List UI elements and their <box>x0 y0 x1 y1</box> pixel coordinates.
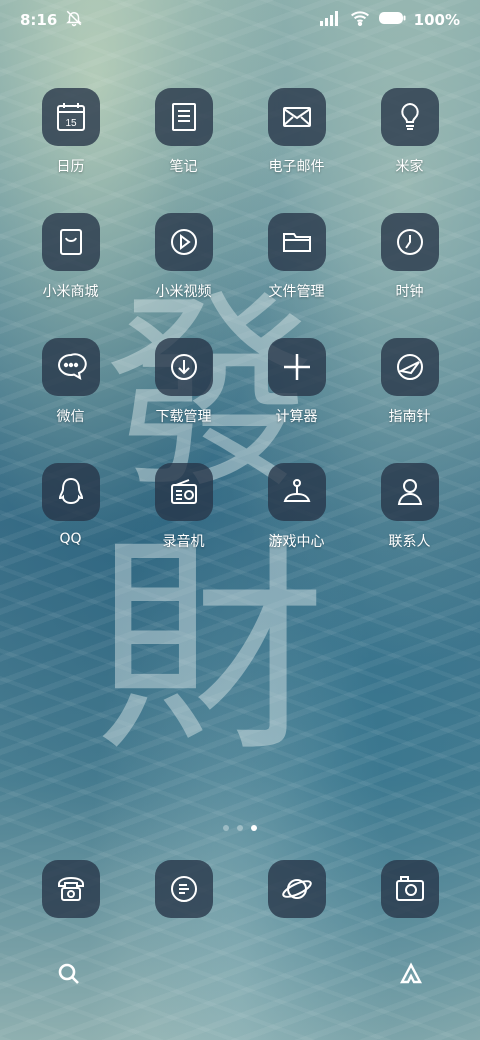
compass-icon[interactable] <box>380 338 439 396</box>
app-label-recorder: 录音机 <box>162 534 205 550</box>
joystick-icon[interactable] <box>267 463 326 521</box>
chat-icon[interactable] <box>41 338 100 396</box>
folder-icon[interactable] <box>267 213 326 271</box>
app-file-manager[interactable]: 文件管理 <box>240 213 353 338</box>
radio-icon[interactable] <box>154 463 213 521</box>
app-label-calculator: 计算器 <box>275 409 318 425</box>
app-calculator[interactable]: 计算器 <box>240 338 353 463</box>
mute-bell-icon <box>65 9 83 31</box>
app-label-notes: 笔记 <box>169 159 198 175</box>
app-label-file-manager: 文件管理 <box>268 284 325 300</box>
download-icon[interactable] <box>154 338 213 396</box>
status-bar: 8:16 100% <box>0 0 480 40</box>
app-download-manager[interactable]: 下载管理 <box>127 338 240 463</box>
app-label-mijia: 米家 <box>395 159 424 175</box>
app-label-contacts: 联系人 <box>388 534 431 550</box>
app-mi-video[interactable]: 小米视频 <box>127 213 240 338</box>
app-qq[interactable]: QQ <box>14 463 127 588</box>
app-contacts[interactable]: 联系人 <box>353 463 466 588</box>
app-label-qq: QQ <box>59 531 82 547</box>
app-grid: 15 日历 笔记 电子邮件 米家 小米商城 小米视频 文件管理 时钟 微信 下载… <box>14 88 466 588</box>
notes-icon[interactable] <box>154 88 213 146</box>
app-email[interactable]: 电子邮件 <box>240 88 353 213</box>
app-label-clock: 时钟 <box>395 284 424 300</box>
dock <box>14 860 466 918</box>
dock-phone[interactable] <box>14 860 127 918</box>
app-notes[interactable]: 笔记 <box>127 88 240 213</box>
battery-icon <box>378 11 406 29</box>
app-wechat[interactable]: 微信 <box>14 338 127 463</box>
app-label-calendar: 日历 <box>56 159 85 175</box>
video-play-icon[interactable] <box>154 213 213 271</box>
app-label-download-manager: 下载管理 <box>155 409 212 425</box>
battery-percent: 100% <box>413 11 460 29</box>
calendar-icon[interactable]: 15 <box>41 88 100 146</box>
app-label-mi-store: 小米商城 <box>42 284 99 300</box>
signal-icon <box>319 10 342 30</box>
qq-penguin-icon[interactable] <box>41 463 100 521</box>
status-time: 8:16 <box>20 11 58 29</box>
app-recorder[interactable]: 录音机 <box>127 463 240 588</box>
page-dot-3-active[interactable] <box>251 825 257 831</box>
app-clock[interactable]: 时钟 <box>353 213 466 338</box>
assistant-icon[interactable] <box>398 961 424 991</box>
lightbulb-icon[interactable] <box>380 88 439 146</box>
app-mijia[interactable]: 米家 <box>353 88 466 213</box>
dock-browser[interactable] <box>240 860 353 918</box>
email-icon[interactable] <box>267 88 326 146</box>
telephone-icon[interactable] <box>41 860 100 918</box>
app-label-compass: 指南针 <box>388 409 431 425</box>
app-label-game-center: 游戏中心 <box>268 534 325 550</box>
app-game-center[interactable]: 游戏中心 <box>240 463 353 588</box>
contact-person-icon[interactable] <box>380 463 439 521</box>
page-dot-2[interactable] <box>237 825 243 831</box>
search-bar[interactable] <box>40 950 440 1002</box>
dock-camera[interactable] <box>353 860 466 918</box>
message-icon[interactable] <box>154 860 213 918</box>
search-icon[interactable] <box>56 961 82 991</box>
calendar-day-badge: 15 <box>65 118 77 129</box>
clock-icon[interactable] <box>380 213 439 271</box>
shopping-bag-icon[interactable] <box>41 213 100 271</box>
camera-icon[interactable] <box>380 860 439 918</box>
app-label-email: 电子邮件 <box>268 159 325 175</box>
app-label-mi-video: 小米视频 <box>155 284 212 300</box>
app-mi-store[interactable]: 小米商城 <box>14 213 127 338</box>
wifi-icon <box>350 10 370 30</box>
app-calendar[interactable]: 15 日历 <box>14 88 127 213</box>
browser-planet-icon[interactable] <box>267 860 326 918</box>
app-label-wechat: 微信 <box>56 409 85 425</box>
plus-icon[interactable] <box>267 338 326 396</box>
app-compass[interactable]: 指南针 <box>353 338 466 463</box>
page-indicator <box>0 825 480 831</box>
dock-messages[interactable] <box>127 860 240 918</box>
page-dot-1[interactable] <box>223 825 229 831</box>
